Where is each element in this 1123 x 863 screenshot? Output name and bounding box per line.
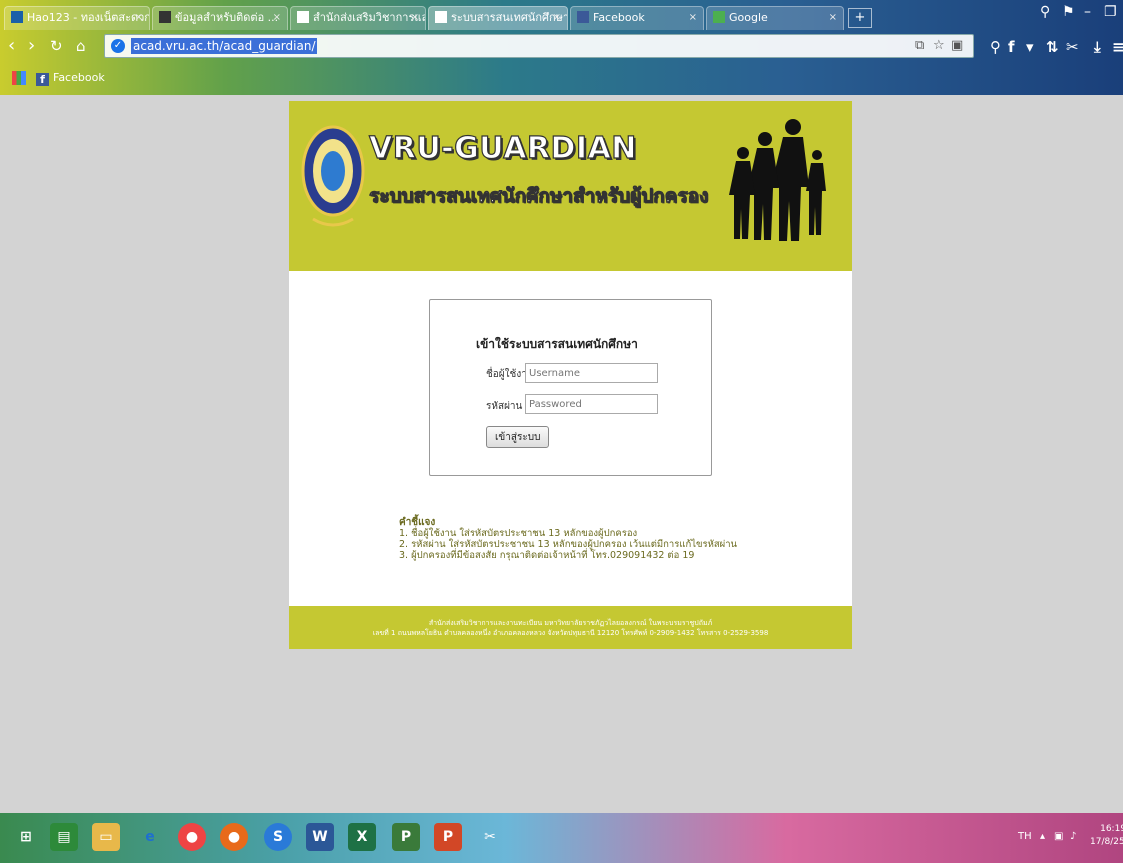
secure-check-icon: ✓ — [111, 39, 125, 53]
university-seal-icon — [301, 125, 365, 227]
close-icon[interactable]: × — [553, 7, 561, 29]
share-icon[interactable]: ⇅ — [1046, 38, 1059, 56]
taskbar: ⊞ ▤ ▭ e ● ● S W X P P ✂ TH ▴ ▣ ♪ 16:19 1… — [0, 813, 1123, 863]
facebook-favicon-icon — [577, 11, 589, 23]
network-icon[interactable]: ▣ — [1054, 831, 1063, 842]
menu-icon[interactable]: ≡ — [1112, 38, 1123, 56]
back-icon[interactable]: ‹ — [8, 36, 15, 56]
tab-facebook[interactable]: Facebook × — [570, 6, 704, 30]
snipping-tool-icon[interactable]: ✂ — [476, 823, 504, 851]
url-text[interactable]: acad.vru.ac.th/acad_guardian/ — [131, 38, 318, 54]
excel-icon[interactable]: X — [348, 823, 376, 851]
tab-title: ข้อมูลสำหรับติดต่อ ... — [175, 11, 279, 24]
tab-title: Google — [729, 11, 768, 24]
tab-acad[interactable]: สำนักส่งเสริมวิชาการและงานทะ...× — [290, 6, 426, 30]
tab-title: สำนักส่งเสริมวิชาการและงานทะ... — [313, 11, 425, 24]
project-icon[interactable]: P — [392, 823, 420, 851]
cut-icon[interactable]: ✂ — [1066, 38, 1079, 56]
firefox-icon[interactable]: ● — [220, 823, 248, 851]
language-indicator[interactable]: TH — [1018, 831, 1032, 842]
password-label: รหัสผ่าน — [486, 401, 523, 412]
download-icon[interactable]: ⤓ — [1094, 38, 1101, 56]
login-button[interactable]: เข้าสู่ระบบ — [486, 426, 550, 448]
close-icon[interactable]: × — [411, 7, 419, 29]
show-hidden-icons-icon[interactable]: ▴ — [1040, 831, 1045, 842]
close-icon[interactable]: × — [135, 7, 143, 29]
instruction-item: 2. รหัสผ่าน ใส่รหัสบัตรประชาชน 13 หลักขอ… — [399, 539, 738, 550]
username-input[interactable] — [525, 363, 658, 383]
search-icon[interactable]: ⚲ — [990, 38, 1001, 56]
header-banner: VRU-GUARDIAN ระบบสารสนเทศนักศึกษาสำหรับผ… — [289, 101, 852, 271]
clock-date: 17/8/2558 — [1090, 837, 1123, 847]
reload-icon[interactable]: ↻ — [50, 36, 63, 56]
page-footer: สำนักส่งเสริมวิชาการและงานทะเบียน มหาวิท… — [289, 606, 852, 649]
document-favicon-icon — [435, 11, 447, 23]
address-bar[interactable]: ✓ acad.vru.ac.th/acad_guardian/ ⧉ ☆ ▣ — [104, 34, 974, 58]
home-icon[interactable]: ⌂ — [76, 36, 86, 56]
maximize-icon[interactable]: ❐ — [1104, 4, 1117, 20]
bookmark-label: Facebook — [53, 71, 105, 84]
search-icon[interactable]: ⚲ — [1040, 4, 1050, 20]
bookmark-facebook[interactable]: f Facebook — [36, 69, 105, 87]
chrome-icon[interactable]: ● — [178, 823, 206, 851]
document-favicon-icon — [297, 11, 309, 23]
google-favicon-icon — [713, 11, 725, 23]
login-title: เข้าใช้ระบบสารสนเทศนักศึกษา — [476, 337, 638, 351]
star-icon[interactable]: ☆ — [933, 38, 945, 53]
close-icon[interactable]: × — [689, 7, 697, 29]
password-input[interactable] — [525, 394, 658, 414]
tab-contact[interactable]: ข้อมูลสำหรับติดต่อ ... × — [152, 6, 288, 30]
volume-icon[interactable]: ♪ — [1070, 831, 1076, 842]
tab-title: Facebook — [593, 11, 645, 24]
store-icon[interactable]: ▤ — [50, 823, 78, 851]
instruction-item: 3. ผู้ปกครองที่มีข้อสงสัย กรุณาติดต่อเจ้… — [399, 550, 695, 561]
facebook-icon[interactable]: f — [1008, 38, 1015, 56]
gift-icon[interactable]: ▾ — [1026, 38, 1034, 56]
close-icon[interactable]: × — [829, 7, 837, 29]
tab-google[interactable]: Google × — [706, 6, 844, 30]
hao123-favicon-icon — [11, 11, 23, 23]
family-silhouette-icon — [729, 119, 826, 241]
bookmarks-bar: f Facebook — [0, 66, 1123, 92]
instructions: คำชี้แจง 1. ชื่อผู้ใช้งาน ใส่รหัสบัตรประ… — [399, 517, 737, 561]
page-favicon-icon — [159, 11, 171, 23]
tab-hao123[interactable]: Hao123 - ทองเน็ตสะดวกปลอ...× — [4, 6, 150, 30]
browser-icon[interactable]: S — [264, 823, 292, 851]
pin-icon[interactable]: ⚑ — [1062, 4, 1075, 20]
tab-guardian[interactable]: ระบบสารสนเทศนักศึกษาสำหรั...× — [428, 6, 568, 30]
tab-title: Hao123 - ทองเน็ตสะดวกปลอ... — [27, 11, 149, 24]
file-explorer-icon[interactable]: ▭ — [92, 823, 120, 851]
tab-title: ระบบสารสนเทศนักศึกษาสำหรั... — [451, 11, 568, 24]
extension-icon[interactable]: ▣ — [951, 38, 963, 53]
footer-address: เลขที่ 1 ถนนพหลโยธิน ตำบลคลองหนึ่ง อำเภอ… — [372, 629, 769, 637]
word-icon[interactable]: W — [306, 823, 334, 851]
browser-chrome: Hao123 - ทองเน็ตสะดวกปลอ...× ข้อมูลสำหรั… — [0, 0, 1123, 95]
forward-icon[interactable]: › — [28, 36, 35, 56]
windows-start-icon[interactable]: ⊞ — [12, 823, 40, 851]
login-form: เข้าใช้ระบบสารสนเทศนักศึกษา ชื่อผู้ใช้งา… — [429, 299, 712, 476]
system-clock[interactable]: 16:19 17/8/2558 — [1090, 823, 1123, 849]
tab-bar: Hao123 - ทองเน็ตสะดวกปลอ...× ข้อมูลสำหรั… — [0, 0, 1123, 30]
instructions-heading: คำชี้แจง — [399, 517, 436, 528]
internet-explorer-icon[interactable]: e — [136, 823, 164, 851]
powerpoint-icon[interactable]: P — [434, 823, 462, 851]
close-icon[interactable]: × — [273, 7, 281, 29]
apps-icon[interactable] — [12, 71, 26, 85]
site-title: VRU-GUARDIAN — [368, 130, 637, 166]
new-tab-button[interactable]: + — [848, 8, 872, 28]
facebook-icon: f — [36, 73, 49, 86]
clock-time: 16:19 — [1100, 824, 1123, 834]
instruction-item: 1. ชื่อผู้ใช้งาน ใส่รหัสบัตรประชาชน 13 ห… — [399, 528, 638, 539]
site-subtitle: ระบบสารสนเทศนักศึกษาสำหรับผู้ปกครอง — [369, 185, 709, 208]
minimize-icon[interactable]: – — [1084, 4, 1091, 20]
translate-icon[interactable]: ⧉ — [915, 38, 924, 53]
page-container: VRU-GUARDIAN ระบบสารสนเทศนักศึกษาสำหรับผ… — [289, 101, 852, 649]
